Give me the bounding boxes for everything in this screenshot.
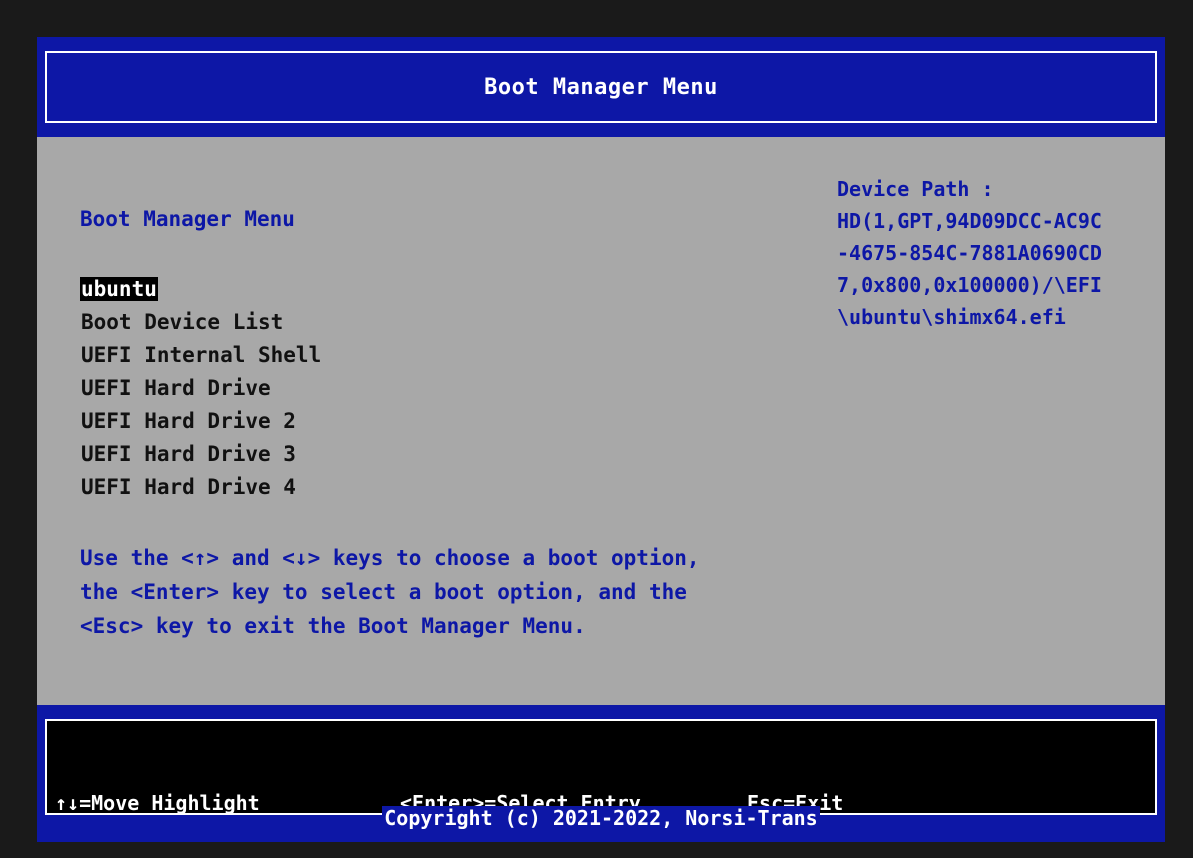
page-title: Boot Manager Menu: [484, 75, 718, 100]
device-path-label: Device Path :: [837, 177, 994, 201]
help-line: <Esc> key to exit the Boot Manager Menu.: [80, 614, 586, 638]
boot-option-label: Boot Device List: [81, 310, 284, 334]
device-path-line: 7,0x800,0x100000)/\EFI: [837, 273, 1102, 297]
footer-bar: ↑↓=Move Highlight <Enter>=Select Entry Esc…: [37, 705, 1165, 842]
device-path-line: HD(1,GPT,94D09DCC-AC9C: [837, 209, 1102, 233]
boot-option-uefi-hard-drive-4[interactable]: UEFI Hard Drive 4: [80, 471, 322, 504]
boot-option-label: UEFI Hard Drive 3: [81, 442, 296, 466]
copyright-text: Copyright (c) 2021-2022, Norsi-Trans: [382, 806, 820, 830]
boot-option-uefi-internal-shell[interactable]: UEFI Internal Shell: [80, 339, 322, 372]
footer-key-panel: ↑↓=Move Highlight <Enter>=Select Entry Esc…: [45, 719, 1157, 815]
boot-option-label: UEFI Internal Shell: [81, 343, 322, 367]
boot-option-label: UEFI Hard Drive 2: [81, 409, 296, 433]
boot-option-uefi-hard-drive-3[interactable]: UEFI Hard Drive 3: [80, 438, 322, 471]
device-path-line: -4675-854C-7881A0690CD: [837, 241, 1102, 265]
boot-option-uefi-hard-drive[interactable]: UEFI Hard Drive: [80, 372, 322, 405]
boot-option-label: UEFI Hard Drive 4: [81, 475, 296, 499]
boot-option-ubuntu[interactable]: ubuntu: [80, 273, 322, 306]
device-path-panel: Device Path : HD(1,GPT,94D09DCC-AC9C -46…: [837, 173, 1102, 333]
boot-option-label: UEFI Hard Drive: [81, 376, 271, 400]
bios-screen: Boot Manager Menu Boot Manager Menu ubun…: [37, 37, 1165, 842]
boot-option-label: ubuntu: [80, 277, 158, 301]
copyright-line: Copyright (c) 2021-2022, Norsi-Trans: [37, 806, 1165, 830]
menu-title: Boot Manager Menu: [80, 207, 295, 231]
boot-option-uefi-hard-drive-2[interactable]: UEFI Hard Drive 2: [80, 405, 322, 438]
device-path-line: \ubuntu\shimx64.efi: [837, 305, 1066, 329]
help-line: the <Enter> key to select a boot option,…: [80, 580, 687, 604]
help-line: Use the <↑> and <↓> keys to choose a boo…: [80, 546, 700, 570]
header-bar: Boot Manager Menu: [37, 37, 1165, 137]
boot-option-boot-device-list[interactable]: Boot Device List: [80, 306, 322, 339]
help-text: Use the <↑> and <↓> keys to choose a boo…: [80, 541, 700, 643]
boot-option-list: ubuntu Boot Device List UEFI Internal Sh…: [80, 273, 322, 504]
